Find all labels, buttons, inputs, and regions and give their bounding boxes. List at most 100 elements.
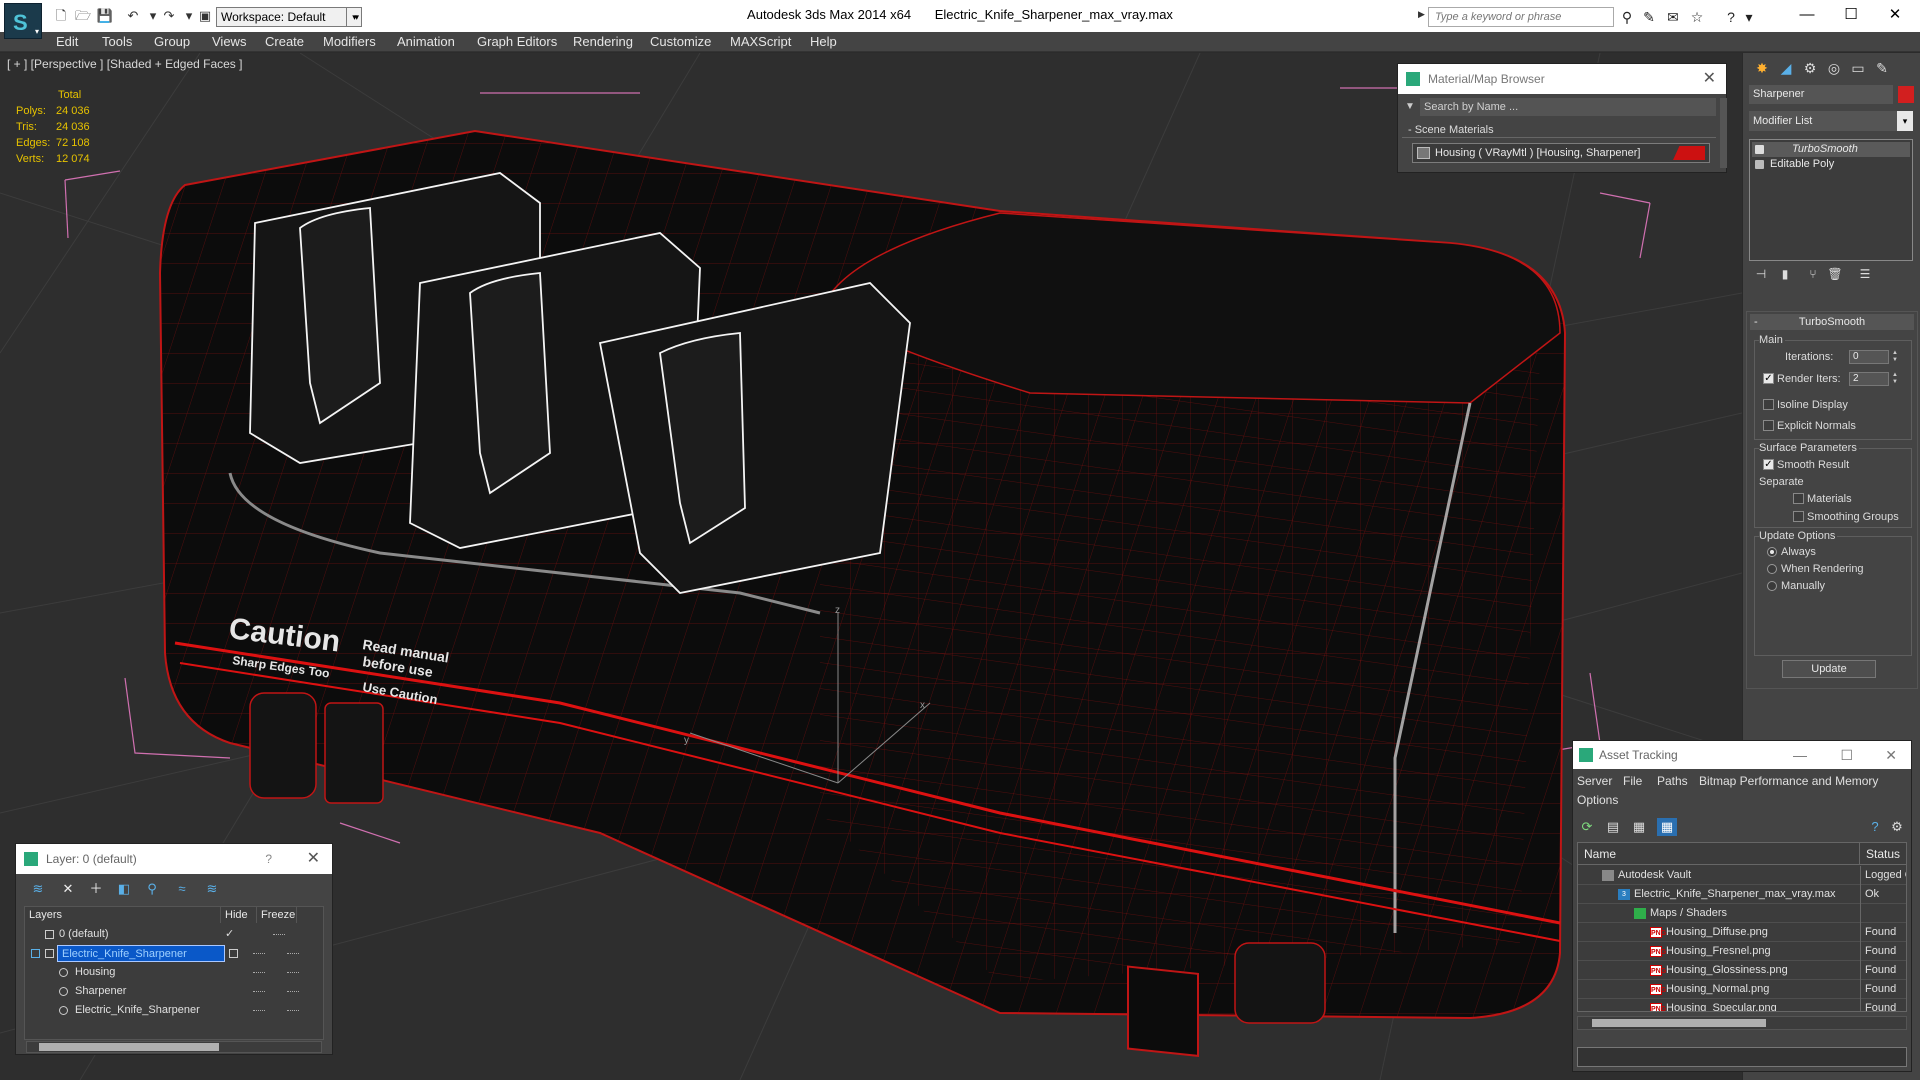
save-icon[interactable]: 💾 bbox=[96, 8, 114, 24]
maximize-button[interactable]: ☐ bbox=[1836, 4, 1866, 26]
menu-edit[interactable]: Edit bbox=[56, 34, 78, 49]
menu-tools[interactable]: Tools bbox=[102, 34, 132, 49]
scene-materials-group[interactable]: - Scene Materials bbox=[1402, 122, 1716, 138]
motion-tab-icon[interactable]: ◎ bbox=[1823, 57, 1845, 79]
rollout-header[interactable]: - TurboSmooth bbox=[1750, 314, 1914, 330]
asset-tracking-titlebar[interactable]: Asset Tracking — ☐ ✕ bbox=[1573, 741, 1911, 769]
redo-icon[interactable]: ↷ bbox=[160, 8, 178, 24]
hide-toggle[interactable] bbox=[253, 953, 265, 954]
minimize-button[interactable]: — bbox=[1793, 741, 1807, 769]
asset-row[interactable]: PNG Housing_Fresnel.png Found bbox=[1578, 942, 1906, 961]
highlight-layer-icon[interactable]: ≈ bbox=[172, 880, 192, 898]
freeze-toggle[interactable] bbox=[287, 972, 299, 973]
menu-server[interactable]: Server bbox=[1577, 774, 1612, 788]
help-dropdown-icon[interactable]: ▾ bbox=[1740, 9, 1758, 25]
close-button[interactable]: ✕ bbox=[1885, 741, 1897, 769]
column-status[interactable]: Status bbox=[1860, 843, 1906, 865]
show-end-result-icon[interactable]: ▮ bbox=[1775, 267, 1795, 285]
layer-row[interactable]: Electric_Knife_Sharpener bbox=[25, 944, 323, 963]
menu-customize[interactable]: Customize bbox=[650, 34, 711, 49]
render-iters-checkbox[interactable]: ✓ bbox=[1763, 373, 1774, 384]
column-hide[interactable]: Hide bbox=[221, 907, 257, 923]
menu-graph-editors[interactable]: Graph Editors bbox=[477, 34, 557, 49]
materials-checkbox[interactable] bbox=[1793, 493, 1804, 504]
new-file-icon[interactable]: 🗋 bbox=[52, 8, 70, 24]
refresh-icon[interactable]: ⟳ bbox=[1577, 818, 1597, 836]
freeze-toggle[interactable] bbox=[287, 953, 299, 954]
update-always-radio[interactable] bbox=[1767, 547, 1777, 557]
expand-icon[interactable] bbox=[1755, 160, 1764, 169]
material-browser-titlebar[interactable]: Material/Map Browser ✕ bbox=[1398, 64, 1726, 94]
freeze-toggle[interactable] bbox=[273, 934, 285, 935]
asset-row[interactable]: Autodesk Vault Logged O bbox=[1578, 866, 1906, 885]
create-tab-icon[interactable]: ✸ bbox=[1751, 57, 1773, 79]
remove-modifier-icon[interactable]: 🗑 bbox=[1825, 267, 1845, 285]
layer-explorer-titlebar[interactable]: Layer: 0 (default) ? ✕ bbox=[16, 844, 332, 874]
menu-modifiers[interactable]: Modifiers bbox=[323, 34, 376, 49]
list-view-icon[interactable]: ▤ bbox=[1603, 818, 1623, 836]
exchange-icon[interactable]: ✉ bbox=[1664, 9, 1682, 25]
close-icon[interactable]: ✕ bbox=[307, 844, 320, 874]
scrollbar-thumb[interactable] bbox=[1592, 1019, 1766, 1027]
menu-create[interactable]: Create bbox=[265, 34, 304, 49]
select-objects-icon[interactable]: ⚲ bbox=[142, 880, 162, 898]
spinner-arrows-icon[interactable]: ▲ ▼ bbox=[1891, 350, 1899, 364]
menu-bitmap-performance[interactable]: Bitmap Performance and Memory bbox=[1699, 774, 1878, 788]
asset-row[interactable]: Maps / Shaders bbox=[1578, 904, 1906, 923]
settings-icon[interactable]: ⚙ bbox=[1887, 818, 1907, 836]
star-icon[interactable]: ☆ bbox=[1688, 9, 1706, 25]
layer-row[interactable]: 0 (default) ✓ bbox=[25, 925, 323, 944]
modifier-stack[interactable]: TurboSmooth Editable Poly bbox=[1749, 139, 1913, 261]
layer-horizontal-scrollbar[interactable] bbox=[26, 1041, 322, 1053]
material-search-input[interactable]: Search by Name ... bbox=[1420, 98, 1716, 116]
stack-item-turbosmooth[interactable]: TurboSmooth bbox=[1752, 142, 1910, 157]
freeze-toggle[interactable] bbox=[287, 991, 299, 992]
scrollbar-thumb[interactable] bbox=[39, 1043, 219, 1051]
object-color-swatch[interactable] bbox=[1898, 86, 1914, 103]
menu-animation[interactable]: Animation bbox=[397, 34, 455, 49]
infocenter-search-input[interactable]: Type a keyword or phrase bbox=[1428, 7, 1614, 27]
asset-row[interactable]: PNG Housing_Diffuse.png Found bbox=[1578, 923, 1906, 942]
update-button[interactable]: Update bbox=[1782, 660, 1876, 678]
open-file-icon[interactable]: 🗁 bbox=[74, 8, 92, 24]
help-icon[interactable]: ? bbox=[1865, 818, 1885, 836]
menu-views[interactable]: Views bbox=[212, 34, 246, 49]
smoothing-groups-checkbox[interactable] bbox=[1793, 511, 1804, 522]
table-view-icon[interactable]: ▦ bbox=[1657, 818, 1677, 836]
menu-options[interactable]: Options bbox=[1577, 793, 1618, 807]
configure-modifier-sets-icon[interactable]: ☰ bbox=[1855, 267, 1875, 285]
layer-row[interactable]: Housing bbox=[25, 963, 323, 982]
column-name[interactable]: Name bbox=[1578, 843, 1860, 865]
hide-toggle[interactable] bbox=[253, 972, 265, 973]
viewport-label-menu[interactable]: [ + ] [Perspective ] [Shaded + Edged Fac… bbox=[7, 57, 242, 71]
object-name-field[interactable]: Sharpener bbox=[1749, 85, 1893, 104]
asset-horizontal-scrollbar[interactable] bbox=[1577, 1016, 1907, 1030]
close-icon[interactable]: ✕ bbox=[1703, 64, 1716, 94]
delete-layer-icon[interactable]: ✕ bbox=[58, 880, 78, 898]
thumbnail-view-icon[interactable]: ▦ bbox=[1629, 818, 1649, 836]
isoline-display-checkbox[interactable] bbox=[1763, 399, 1774, 410]
app-menu-button[interactable]: S ▾ bbox=[4, 3, 42, 39]
quick-access-customize-button[interactable]: ▾ bbox=[346, 7, 362, 27]
create-layer-icon[interactable]: ＋ bbox=[86, 880, 106, 898]
pin-stack-icon[interactable]: ⊣ bbox=[1751, 267, 1771, 285]
maximize-button[interactable]: ☐ bbox=[1840, 741, 1853, 769]
stack-item-editable-poly[interactable]: Editable Poly bbox=[1752, 157, 1910, 172]
workspace-dropdown[interactable]: Workspace: Default ▾ bbox=[216, 7, 362, 27]
menu-file[interactable]: File bbox=[1623, 774, 1642, 788]
freeze-toggle[interactable] bbox=[287, 1010, 299, 1011]
modify-tab-icon[interactable]: ◢ bbox=[1775, 57, 1797, 79]
asset-row[interactable]: 3 Electric_Knife_Sharpener_max_vray.max … bbox=[1578, 885, 1906, 904]
undo-icon[interactable]: ↶ bbox=[124, 8, 142, 24]
tools-icon[interactable]: ✎ bbox=[1640, 9, 1658, 25]
project-folder-icon[interactable]: ▣ bbox=[196, 8, 214, 24]
add-to-layer-icon[interactable]: ◧ bbox=[114, 880, 134, 898]
menu-rendering[interactable]: Rendering bbox=[573, 34, 633, 49]
update-manually-radio[interactable] bbox=[1767, 581, 1777, 591]
make-unique-icon[interactable]: ⑂ bbox=[1803, 267, 1823, 285]
help-icon[interactable]: ? bbox=[265, 844, 272, 874]
layer-active-box-icon[interactable] bbox=[229, 949, 238, 958]
lightbulb-icon[interactable] bbox=[1755, 145, 1764, 154]
expand-icon[interactable] bbox=[45, 949, 54, 958]
hide-toggle[interactable] bbox=[253, 1010, 265, 1011]
